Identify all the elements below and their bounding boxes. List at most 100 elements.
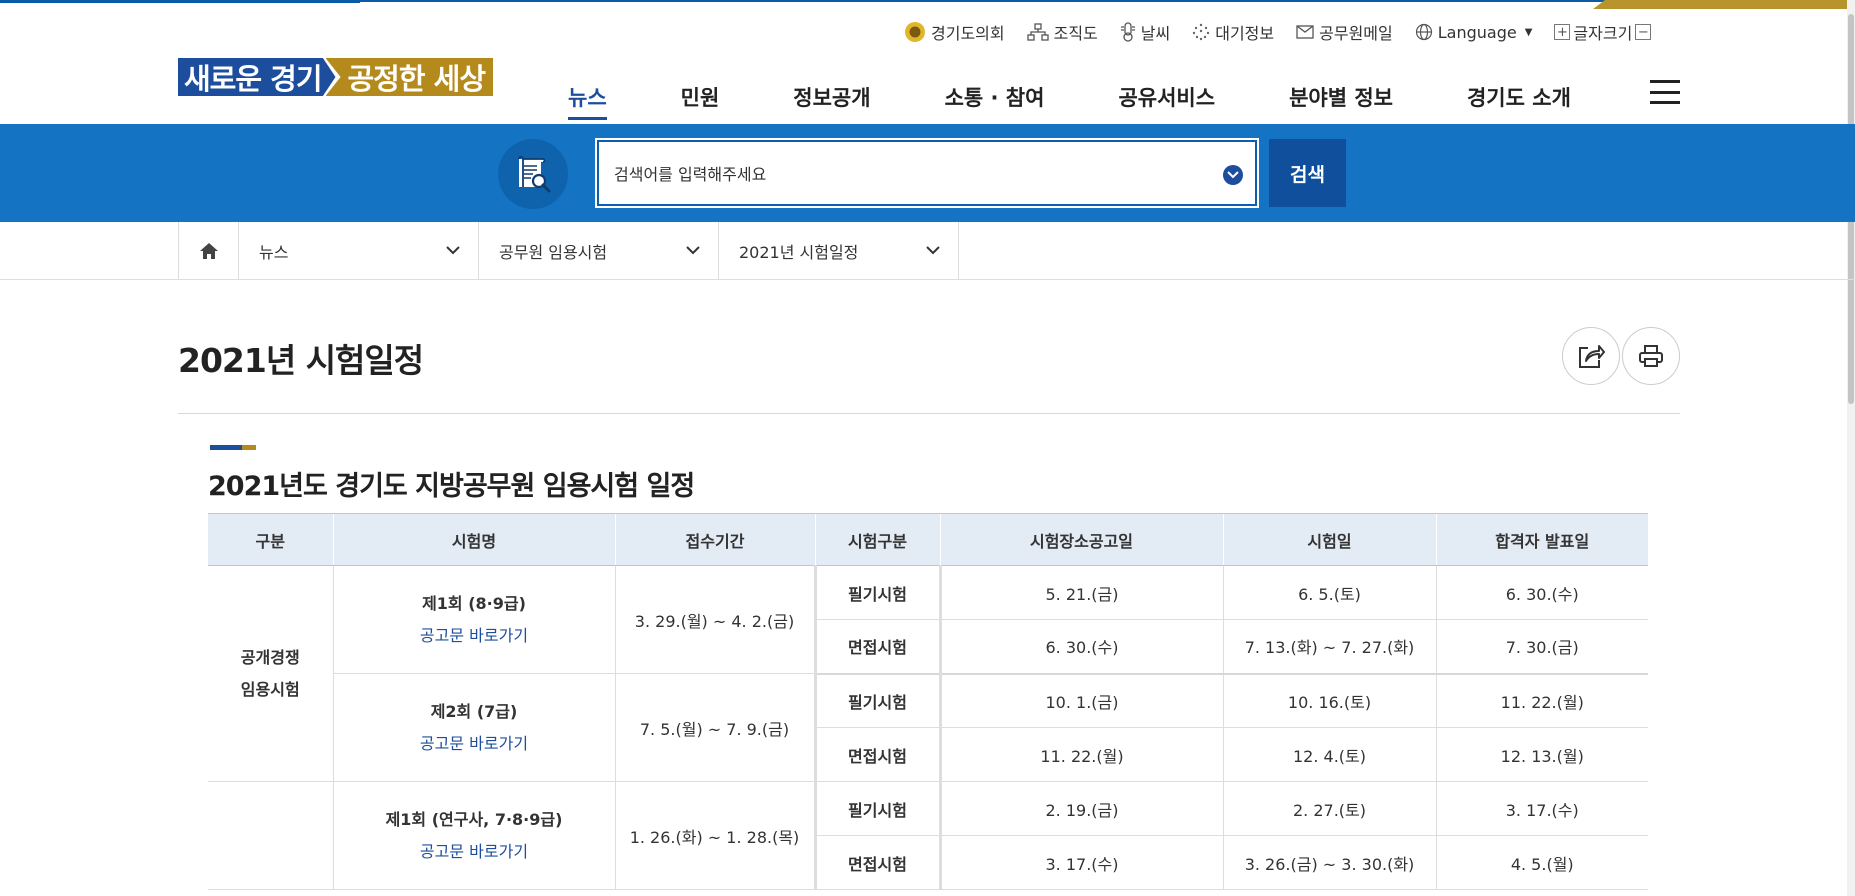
breadcrumb-level2-label: 공무원 임용시험	[499, 242, 608, 262]
col-header-period: 접수기간	[614, 513, 815, 566]
nav-civil[interactable]: 민원	[681, 82, 720, 112]
exam-date-cell: 12. 4.(토)	[1222, 727, 1436, 782]
home-icon[interactable]	[179, 222, 239, 279]
mail-link[interactable]: 공무원메일	[1296, 20, 1393, 44]
font-increase-icon[interactable]: +	[1554, 24, 1571, 40]
exam-date-cell: 3. 26.(금) ~ 3. 30.(화)	[1222, 835, 1436, 890]
share-button[interactable]	[1562, 327, 1620, 385]
breadcrumb-level2[interactable]: 공무원 임용시험	[479, 222, 719, 279]
print-icon	[1639, 345, 1663, 367]
font-size-control: + 글자크기 −	[1554, 20, 1652, 44]
nav-about[interactable]: 경기도 소개	[1467, 82, 1571, 112]
notice-date-cell: 3. 17.(수)	[938, 835, 1223, 890]
breadcrumb-level3[interactable]: 2021년 시험일정	[719, 222, 959, 279]
top-accent-line-thin	[360, 0, 1610, 2]
period-cell: 7. 5.(월) ~ 7. 9.(금)	[614, 673, 815, 782]
result-date-cell: 11. 22.(월)	[1435, 673, 1648, 728]
nav-info[interactable]: 정보공개	[793, 82, 870, 112]
exam-date-cell: 10. 16.(토)	[1222, 673, 1436, 728]
nav-news[interactable]: 뉴스	[568, 82, 607, 120]
section-accent-bar	[210, 445, 256, 450]
exam-type-cell: 필기시험	[813, 565, 940, 620]
weather-link[interactable]: 날씨	[1120, 20, 1170, 44]
notice-date-cell: 5. 21.(금)	[938, 565, 1223, 620]
air-quality-link[interactable]: 대기정보	[1192, 20, 1274, 44]
exam-date-cell: 6. 5.(토)	[1222, 565, 1436, 620]
print-button[interactable]	[1622, 327, 1680, 385]
exam-date-cell: 7. 13.(화) ~ 7. 27.(화)	[1222, 619, 1436, 675]
col-header-result-date: 합격자 발표일	[1435, 513, 1648, 566]
page-title: 2021년 시험일정	[178, 341, 424, 380]
logo-part2: 공정한 세상	[325, 58, 493, 96]
col-header-exam-name: 시험명	[332, 513, 615, 566]
mail-label: 공무원메일	[1319, 24, 1393, 43]
table-header-row: 구분 시험명 접수기간 시험구분 시험장소공고일 시험일 합격자 발표일	[208, 513, 1648, 566]
search-input[interactable]: 검색어를 입력해주세요	[595, 138, 1259, 208]
breadcrumb-bar: 뉴스 공무원 임용시험 2021년 시험일정	[0, 222, 1855, 280]
notice-link[interactable]: 공고문 바로가기	[334, 728, 615, 760]
air-dust-icon	[1193, 23, 1210, 41]
globe-icon	[1415, 23, 1432, 41]
menu-icon[interactable]	[1650, 80, 1680, 104]
main-nav: 뉴스 민원 정보공개 소통 · 참여 공유서비스 분야별 정보 경기도 소개	[568, 82, 1645, 120]
search-button[interactable]: 검색	[1269, 139, 1346, 207]
exam-name-cell: 제2회 (7급) 공고문 바로가기	[332, 673, 615, 782]
weather-label: 날씨	[1140, 24, 1171, 43]
search-dropdown-icon[interactable]	[1223, 165, 1243, 185]
top-gold-accent	[1593, 0, 1855, 9]
notice-date-cell: 10. 1.(금)	[938, 673, 1223, 728]
search-placeholder: 검색어를 입력해주세요	[614, 165, 767, 184]
mail-icon	[1296, 25, 1314, 39]
exam-type-cell: 필기시험	[813, 781, 940, 836]
notice-link[interactable]: 공고문 바로가기	[334, 836, 615, 868]
caret-down-icon: ▼	[1524, 26, 1533, 38]
nav-participation[interactable]: 소통 · 참여	[945, 82, 1045, 112]
org-chart-link[interactable]: 조직도	[1026, 20, 1098, 44]
font-decrease-icon[interactable]: −	[1635, 24, 1652, 40]
table-row: 공개경쟁 임용시험 제1회 (8·9급) 공고문 바로가기 3. 29.(월) …	[208, 565, 1648, 782]
language-select[interactable]: Language ▼	[1415, 22, 1533, 42]
exam-date-cell: 2. 27.(토)	[1222, 781, 1436, 836]
category-cell	[208, 781, 333, 890]
font-size-label: 글자크기	[1573, 24, 1633, 43]
air-quality-label: 대기정보	[1215, 24, 1275, 43]
council-label: 경기도의회	[931, 24, 1005, 43]
utility-bar: 경기도의회 조직도 날씨 대기정보 공무원메일 Language ▼ + 글자크…	[904, 20, 1652, 44]
nav-fields[interactable]: 분야별 정보	[1289, 82, 1393, 112]
breadcrumb-level1-label: 뉴스	[259, 242, 289, 262]
result-date-cell: 7. 30.(금)	[1435, 619, 1648, 675]
exam-type-cell: 면접시험	[813, 619, 940, 675]
nav-share[interactable]: 공유서비스	[1118, 82, 1215, 112]
breadcrumb: 뉴스 공무원 임용시험 2021년 시험일정	[178, 222, 959, 279]
col-header-venue-notice: 시험장소공고일	[939, 513, 1223, 566]
exam-name: 제1회 (8·9급)	[422, 593, 526, 613]
breadcrumb-level3-label: 2021년 시험일정	[739, 242, 859, 262]
result-date-cell: 12. 13.(월)	[1435, 727, 1648, 782]
result-date-cell: 3. 17.(수)	[1435, 781, 1648, 836]
exam-schedule-table: 구분 시험명 접수기간 시험구분 시험장소공고일 시험일 합격자 발표일 공개경…	[208, 513, 1648, 890]
exam-name: 제1회 (연구사, 7·8·9급)	[385, 809, 563, 829]
exam-type-cell: 면접시험	[813, 835, 940, 890]
title-divider	[178, 413, 1680, 414]
period-cell: 3. 29.(월) ~ 4. 2.(금)	[614, 565, 815, 674]
share-icon	[1579, 345, 1605, 368]
category-cell: 공개경쟁 임용시험	[208, 565, 333, 782]
notice-link[interactable]: 공고문 바로가기	[334, 620, 615, 652]
table-row: 제2회 (7급) 공고문 바로가기 7. 5.(월) ~ 7. 9.(금) 필기…	[208, 673, 1648, 782]
exam-type-cell: 필기시험	[813, 673, 940, 728]
exam-name-cell: 제1회 (연구사, 7·8·9급) 공고문 바로가기	[332, 781, 615, 890]
exam-name-cell: 제1회 (8·9급) 공고문 바로가기	[332, 565, 615, 674]
period-cell: 1. 26.(화) ~ 1. 28.(목)	[614, 781, 815, 890]
section-title: 2021년도 경기도 지방공무원 임용시험 일정	[208, 471, 695, 502]
breadcrumb-level1[interactable]: 뉴스	[239, 222, 479, 279]
exam-type-cell: 면접시험	[813, 727, 940, 782]
exam-name: 제2회 (7급)	[430, 701, 518, 721]
org-chart-label: 조직도	[1053, 24, 1098, 43]
chevron-down-icon	[686, 246, 700, 255]
language-label: Language	[1437, 22, 1517, 42]
col-header-exam-type: 시험구분	[814, 513, 940, 566]
council-link[interactable]: 경기도의회	[904, 20, 1005, 44]
notice-date-cell: 11. 22.(월)	[938, 727, 1223, 782]
logo-part1: 새로운 경기	[178, 58, 336, 96]
site-logo[interactable]: 새로운 경기 공정한 세상	[178, 58, 493, 96]
